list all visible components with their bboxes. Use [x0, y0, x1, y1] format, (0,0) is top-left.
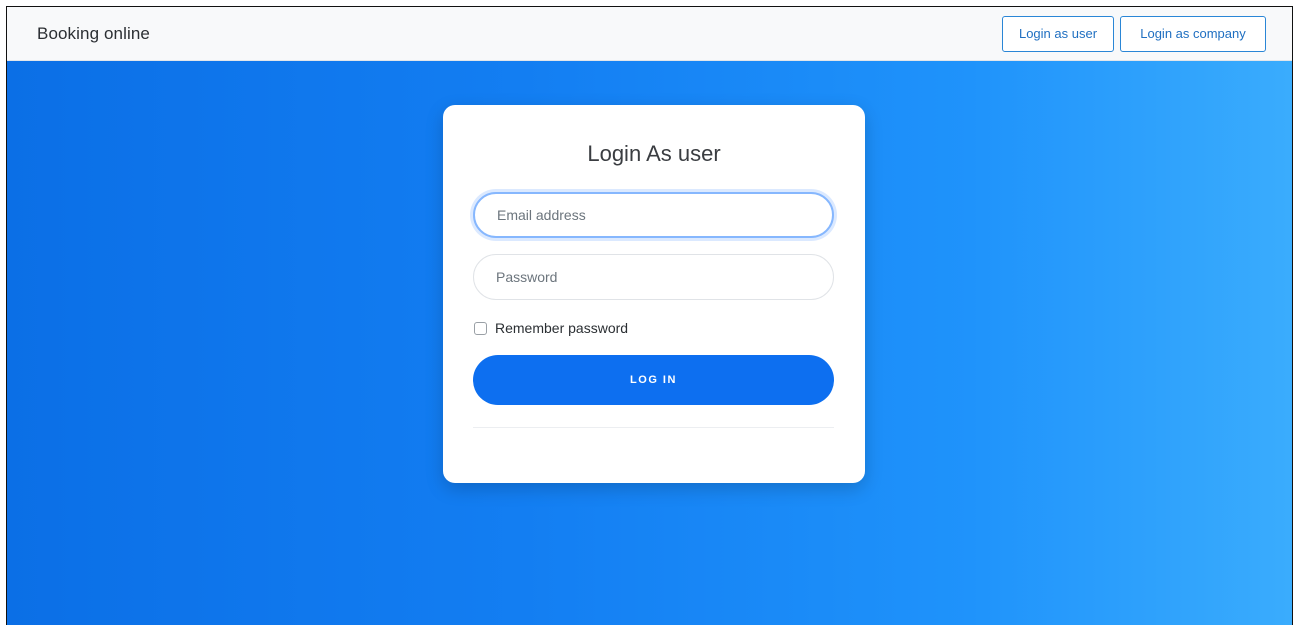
- login-as-user-button[interactable]: Login as user: [1002, 16, 1114, 52]
- email-input[interactable]: [473, 192, 834, 238]
- app-window: Booking online Login as user Login as co…: [6, 6, 1293, 625]
- remember-password-label: Remember password: [495, 320, 629, 336]
- card-divider: [473, 427, 834, 428]
- remember-password-row[interactable]: Remember password: [474, 319, 628, 337]
- brand-title[interactable]: Booking online: [37, 24, 150, 44]
- remember-password-checkbox[interactable]: [474, 321, 487, 335]
- login-title: Login As user: [587, 141, 721, 166]
- login-as-company-button[interactable]: Login as company: [1120, 16, 1266, 52]
- login-card: Login As user Remember password LOG IN: [443, 105, 865, 483]
- top-navbar: Booking online Login as user Login as co…: [7, 7, 1292, 61]
- log-in-button[interactable]: LOG IN: [473, 355, 834, 405]
- password-input[interactable]: [473, 254, 834, 300]
